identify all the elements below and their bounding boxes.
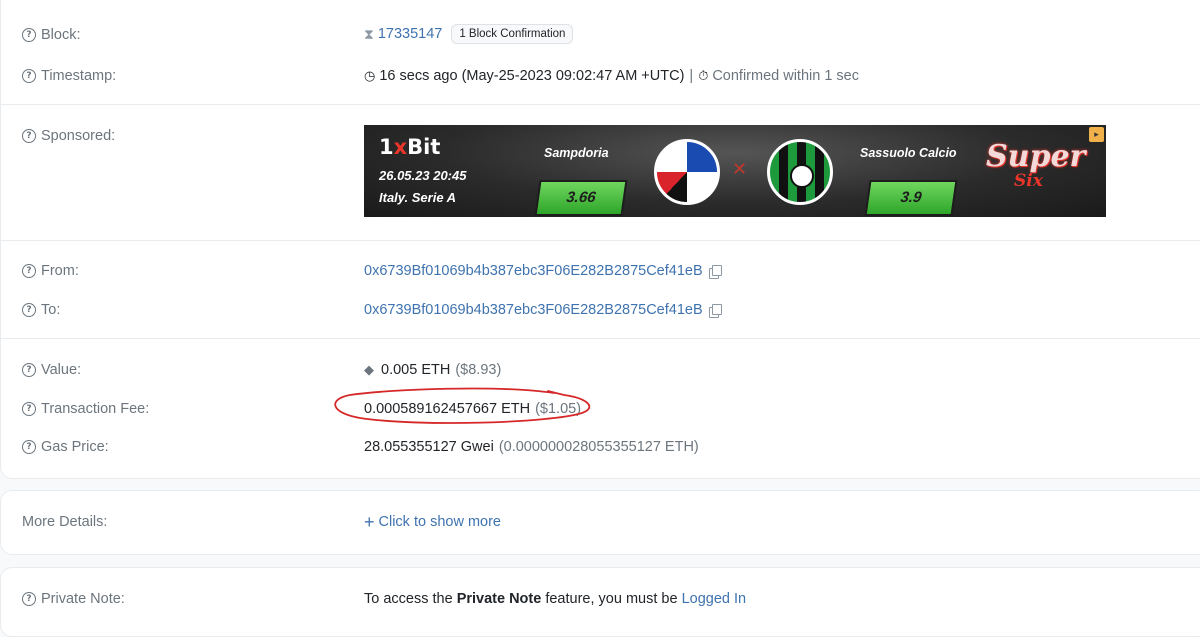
versus-icon: ✕ [732,159,748,179]
private-note-label: ? Private Note: [22,591,125,607]
sampdoria-crest-icon [654,139,720,205]
transaction-fee-label: ? Transaction Fee: [22,401,149,417]
show-more-link[interactable]: + Click to show more [364,512,501,532]
divider [1,338,1200,339]
question-circle-icon[interactable]: ? [22,28,36,42]
fee-amount: 0.000589162457667 ETH [364,401,531,417]
divider [1,104,1200,105]
more-details-label: More Details: [22,514,108,530]
ad-promo-title: Super [986,139,1086,174]
ad-home-team: Sampdoria [544,146,609,160]
ad-match-date: 26.05.23 20:45 [379,168,467,183]
question-circle-icon[interactable]: ? [22,69,36,83]
block-label: ? Block: [22,27,81,43]
question-circle-icon[interactable]: ? [22,440,36,454]
fee-usd: ($1.05) [535,401,582,417]
value-usd: ($8.93) [455,362,502,378]
ad-brand-logo: 1xBit [379,135,441,159]
timestamp-label: ? Timestamp: [22,68,116,84]
stopwatch-icon: ⏱ [698,68,709,83]
timestamp-value: 16 secs ago (May-25-2023 09:02:47 AM +UT… [379,68,685,84]
gas-price-eth: (0.000000028055355127 ETH) [498,439,699,455]
question-circle-icon[interactable]: ? [22,303,36,317]
divider [1,240,1200,241]
hourglass-icon: ⧗ [364,25,374,42]
ad-choices-icon[interactable]: ▸ [1089,127,1104,142]
transaction-details-card: ? Block: ⧗ 17335147 1 Block Confirmation… [0,0,1200,479]
ethereum-icon: ◆ [364,362,374,377]
from-label: ? From: [22,263,79,279]
ad-promo-subtitle: Six [1014,171,1043,191]
value-amount: 0.005 ETH [381,362,451,378]
private-note-feature: Private Note [456,591,542,607]
to-label: ? To: [22,302,60,318]
private-note-message: To access the Private Note feature, you … [364,591,747,607]
gas-price-label: ? Gas Price: [22,439,109,455]
confirmation-badge: 1 Block Confirmation [451,24,574,44]
block-number-link[interactable]: 17335147 [378,26,443,42]
question-circle-icon[interactable]: ? [22,129,36,143]
from-address-link[interactable]: 0x6739Bf01069b4b387ebc3F06E282B2875Cef41… [364,263,703,279]
ad-away-team: Sassuolo Calcio [860,146,957,160]
more-details-card: More Details: + Click to show more [0,490,1200,555]
question-circle-icon[interactable]: ? [22,592,36,606]
question-circle-icon[interactable]: ? [22,363,36,377]
sponsored-ad-banner[interactable]: 1xBit 26.05.23 20:45 Italy. Serie A Samp… [364,125,1106,217]
to-address-link[interactable]: 0x6739Bf01069b4b387ebc3F06E282B2875Cef41… [364,302,703,318]
confirmed-within: Confirmed within 1 sec [712,68,859,84]
ball-icon [790,164,814,188]
sassuolo-crest-icon [767,139,833,205]
plus-icon: + [364,512,375,532]
question-circle-icon[interactable]: ? [22,264,36,278]
login-link[interactable]: Logged In [682,591,747,607]
copy-icon[interactable] [708,304,722,318]
ad-away-odds: 3.9 [864,180,958,216]
clock-icon: ◷ [364,68,376,83]
ad-home-odds: 3.66 [534,180,628,216]
copy-icon[interactable] [708,265,722,279]
gas-price-gwei: 28.055355127 Gwei [364,439,494,455]
ad-league: Italy. Serie A [379,190,457,205]
sponsored-label: ? Sponsored: [22,128,115,144]
value-label: ? Value: [22,362,81,378]
question-circle-icon[interactable]: ? [22,402,36,416]
private-note-card: ? Private Note: To access the Private No… [0,567,1200,637]
separator: | [689,68,694,84]
